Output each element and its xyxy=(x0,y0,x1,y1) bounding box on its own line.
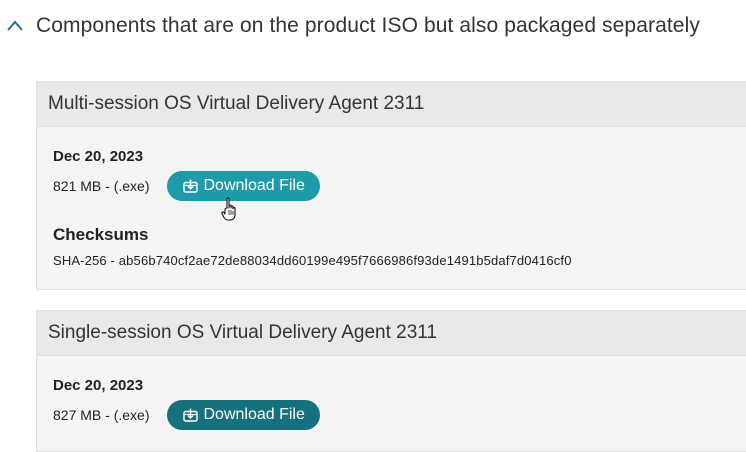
card-title: Single-session OS Virtual Delivery Agent… xyxy=(48,322,438,343)
file-size: 821 MB - (.exe) xyxy=(53,178,150,194)
checksums-label: Checksums xyxy=(53,225,149,244)
download-file-button[interactable]: Download File xyxy=(167,171,320,201)
download-button-label: Download File xyxy=(203,177,305,194)
checksum-value: SHA-256 - ab56b740cf2ae72de88034dd60199e… xyxy=(53,253,572,268)
card-header: Multi-session OS Virtual Delivery Agent … xyxy=(37,82,746,127)
section-toggle[interactable]: Components that are on the product ISO b… xyxy=(6,10,700,42)
download-card: Multi-session OS Virtual Delivery Agent … xyxy=(36,81,746,290)
section-title: Components that are on the product ISO b… xyxy=(36,14,700,37)
download-box-icon xyxy=(183,179,199,193)
download-file-button[interactable]: Download File xyxy=(167,400,320,430)
release-date: Dec 20, 2023 xyxy=(53,377,144,394)
card-header: Single-session OS Virtual Delivery Agent… xyxy=(37,311,746,356)
file-size: 827 MB - (.exe) xyxy=(53,407,150,423)
download-button-label: Download File xyxy=(203,406,305,423)
chevron-up-icon[interactable] xyxy=(6,19,24,33)
release-date: Dec 20, 2023 xyxy=(53,148,144,165)
download-box-icon xyxy=(183,408,199,422)
card-title: Multi-session OS Virtual Delivery Agent … xyxy=(48,93,425,114)
download-card: Single-session OS Virtual Delivery Agent… xyxy=(36,310,746,452)
